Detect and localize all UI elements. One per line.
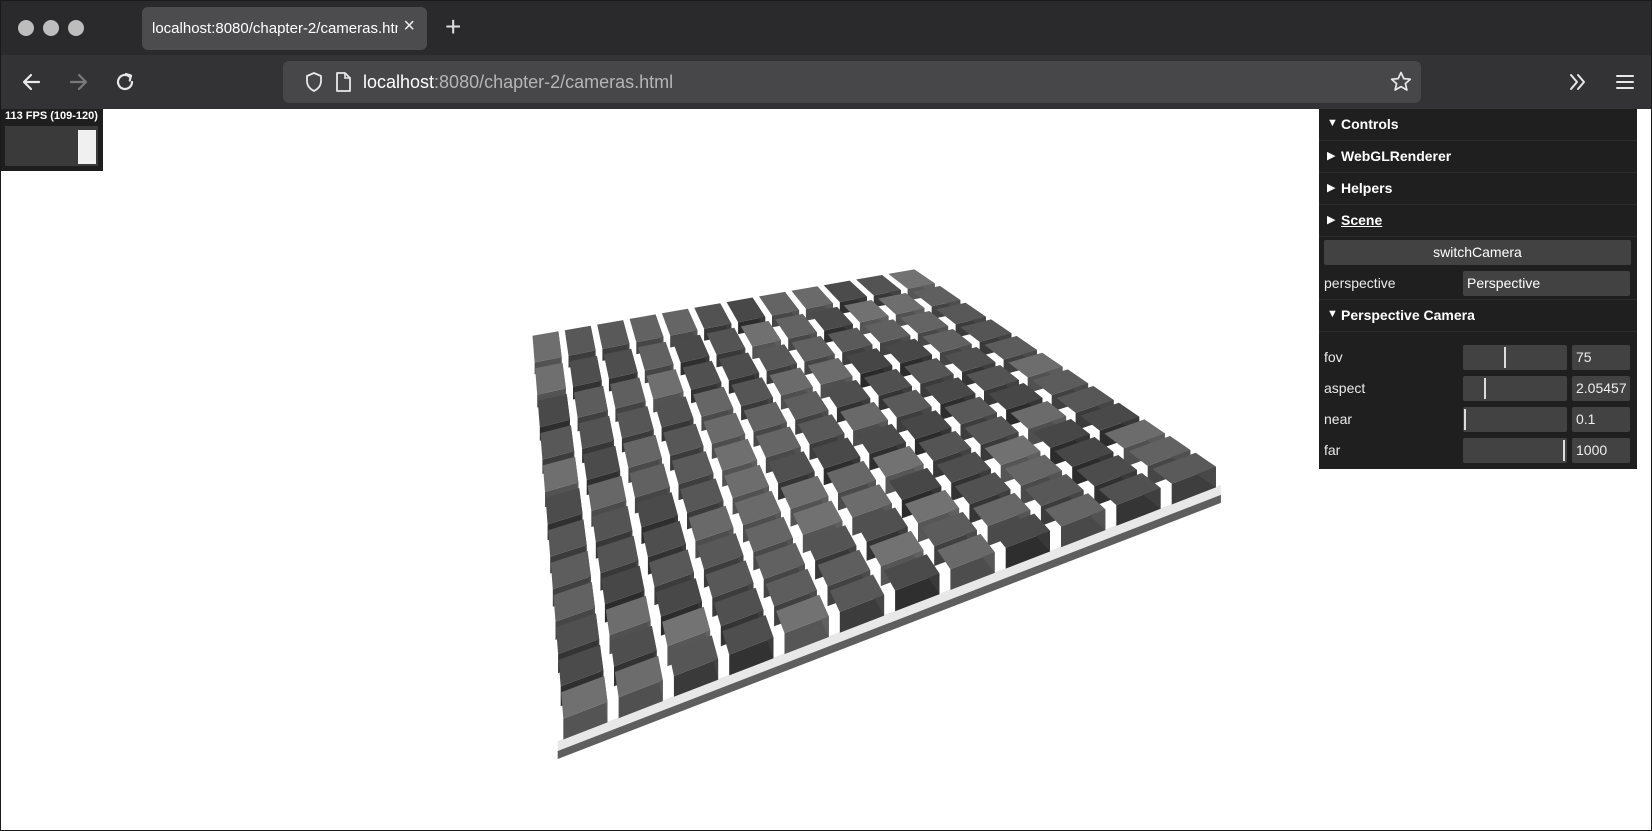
perspective-select[interactable]: Perspective: [1463, 271, 1630, 296]
far-slider[interactable]: [1463, 438, 1567, 463]
param-row-aspect: aspect 2.05457: [1319, 373, 1637, 404]
fps-readout: 113 FPS (109-120): [5, 110, 98, 122]
navigation-toolbar: localhost:8080/chapter-2/cameras.html: [1, 55, 1651, 109]
bookmark-star-icon[interactable]: [1389, 70, 1413, 94]
fps-graph-bar: [78, 130, 96, 164]
more-tools-chevron-icon[interactable]: [1565, 69, 1591, 95]
new-tab-button[interactable]: +: [445, 13, 461, 41]
fov-label: fov: [1324, 349, 1343, 365]
folder-webglrenderer-title: WebGLRenderer: [1341, 148, 1452, 164]
near-slider[interactable]: [1463, 407, 1567, 432]
tab-close-icon[interactable]: ×: [403, 16, 415, 36]
url-host: localhost: [363, 72, 435, 92]
param-row-far: far 1000: [1319, 435, 1637, 466]
title-bar: localhost:8080/chapter-2/cameras.html × …: [1, 1, 1651, 55]
reload-icon[interactable]: [112, 69, 138, 95]
folder-helpers-title: Helpers: [1341, 180, 1393, 196]
folder-controls-title: Controls: [1341, 116, 1399, 132]
chevron-right-icon: ▶: [1327, 150, 1336, 162]
aspect-slider-knob[interactable]: [1483, 378, 1486, 399]
hamburger-menu-icon[interactable]: [1612, 69, 1638, 95]
address-bar[interactable]: localhost:8080/chapter-2/cameras.html: [283, 61, 1421, 103]
webgl-viewport[interactable]: 113 FPS (109-120) ▼ Controls ▶ WebGLRend…: [1, 109, 1651, 830]
browser-tab[interactable]: localhost:8080/chapter-2/cameras.html ×: [142, 7, 427, 50]
folder-perspective-camera[interactable]: ▼ Perspective Camera: [1319, 300, 1637, 332]
forward-arrow-icon[interactable]: [65, 69, 91, 95]
aspect-value-input[interactable]: 2.05457: [1572, 376, 1630, 401]
minimize-window-button[interactable]: [43, 20, 59, 36]
param-row-near: near 0.1: [1319, 404, 1637, 435]
near-value-input[interactable]: 0.1: [1572, 407, 1630, 432]
folder-controls[interactable]: ▼ Controls: [1319, 109, 1637, 141]
url-text[interactable]: localhost:8080/chapter-2/cameras.html: [363, 72, 673, 93]
back-arrow-icon[interactable]: [19, 69, 45, 95]
far-value-input[interactable]: 1000: [1572, 438, 1630, 463]
switch-camera-button[interactable]: switchCamera: [1324, 240, 1631, 265]
aspect-slider[interactable]: [1463, 376, 1567, 401]
stats-panel[interactable]: 113 FPS (109-120): [1, 109, 103, 171]
chevron-right-icon: ▶: [1327, 214, 1336, 226]
fps-graph: [5, 126, 98, 166]
cube-top-face: [564, 325, 596, 356]
switch-camera-row: switchCamera: [1319, 237, 1637, 268]
shield-icon[interactable]: [303, 71, 325, 93]
zoom-window-button[interactable]: [68, 20, 84, 36]
perspective-label: perspective: [1324, 275, 1396, 291]
browser-window: localhost:8080/chapter-2/cameras.html × …: [0, 0, 1652, 831]
close-window-button[interactable]: [18, 20, 34, 36]
chevron-down-icon: ▼: [1327, 308, 1338, 320]
cube-top-face: [532, 331, 562, 363]
page-icon: [336, 72, 351, 92]
near-label: near: [1324, 411, 1353, 427]
folder-scene-title: Scene: [1341, 212, 1383, 228]
dat-gui-panel: ▼ Controls ▶ WebGLRenderer ▶ Helpers ▶ S…: [1319, 109, 1637, 469]
far-slider-knob[interactable]: [1563, 440, 1565, 461]
folder-webglrenderer[interactable]: ▶ WebGLRenderer: [1319, 141, 1637, 173]
far-label: far: [1324, 442, 1341, 458]
chevron-right-icon: ▶: [1327, 182, 1336, 194]
url-path: :8080/chapter-2/cameras.html: [434, 72, 674, 92]
chevron-down-icon: ▼: [1327, 117, 1338, 129]
folder-perspective-camera-title: Perspective Camera: [1341, 307, 1475, 323]
perspective-row: perspective Perspective: [1319, 268, 1637, 300]
near-slider-knob[interactable]: [1464, 409, 1466, 430]
fov-slider[interactable]: [1463, 345, 1567, 370]
param-row-fov: fov 75: [1319, 342, 1637, 373]
folder-helpers[interactable]: ▶ Helpers: [1319, 173, 1637, 205]
fov-slider-knob[interactable]: [1503, 347, 1506, 368]
folder-scene[interactable]: ▶ Scene: [1319, 205, 1637, 237]
fov-value-input[interactable]: 75: [1572, 345, 1630, 370]
aspect-label: aspect: [1324, 380, 1366, 396]
tab-title: localhost:8080/chapter-2/cameras.html: [152, 20, 398, 37]
